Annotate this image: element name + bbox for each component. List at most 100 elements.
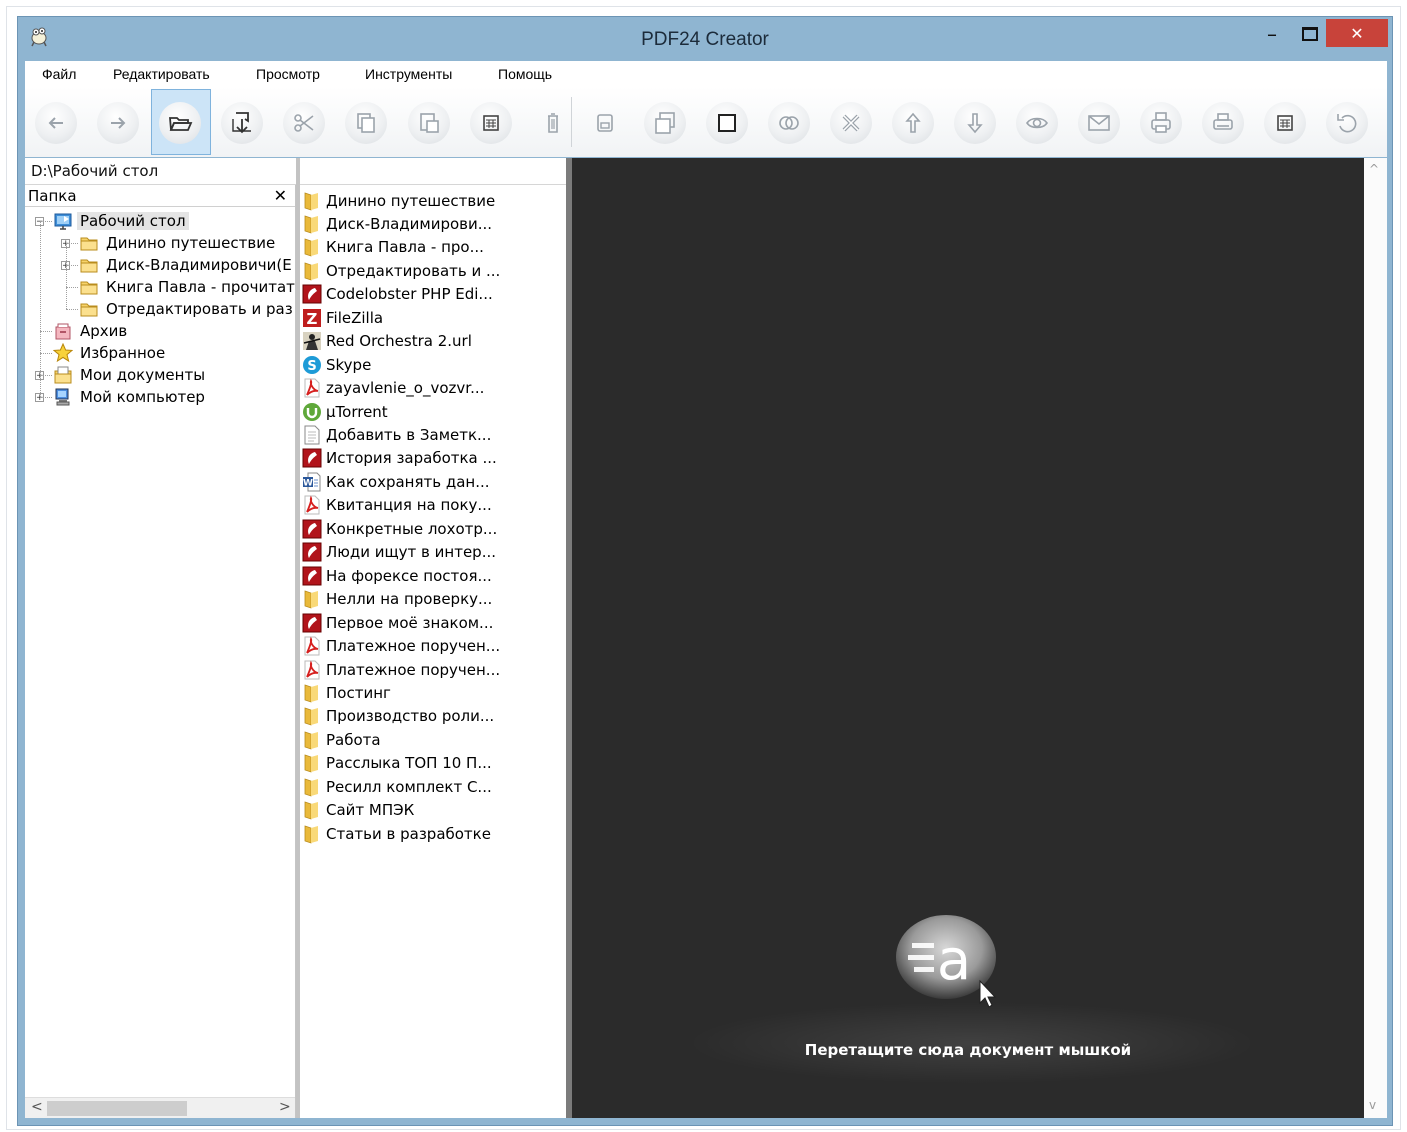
file-list-item[interactable]: Конкретные лохотр... [300, 517, 497, 540]
tree-node[interactable]: Мой компьютер [53, 387, 208, 407]
window-title: PDF24 Creator [641, 29, 769, 50]
file-list-item[interactable]: Производство роли... [300, 705, 494, 728]
scroll-left-arrow[interactable]: < [31, 1099, 43, 1115]
copy-button[interactable] [345, 102, 387, 144]
save-as-button[interactable] [644, 102, 686, 144]
calculator-button[interactable] [470, 102, 512, 144]
file-list-item[interactable]: Ресилл комплект С... [300, 775, 492, 798]
new-page-button[interactable] [706, 102, 748, 144]
printer-button[interactable] [1202, 102, 1244, 144]
tree-horizontal-scrollbar[interactable]: < > [25, 1097, 295, 1118]
menu-help[interactable]: Помощь [498, 66, 552, 82]
file-list-item[interactable]: Диск-Владимирови... [300, 212, 492, 235]
paste-button[interactable] [408, 102, 450, 144]
tree-node[interactable]: Архив [53, 321, 130, 341]
minimize-button[interactable]: – [1255, 19, 1289, 49]
forward-button[interactable] [97, 102, 139, 144]
file-list-item[interactable]: Z FileZilla [300, 306, 383, 329]
file-list-item-label: Динино путешествие [326, 191, 496, 210]
paste-icon [420, 113, 439, 133]
move-down-button[interactable] [954, 102, 996, 144]
file-list-item[interactable]: Динино путешествие [300, 189, 495, 212]
save-button[interactable] [584, 102, 626, 144]
forward-icon [111, 117, 126, 129]
menu-edit[interactable]: Редактировать [113, 66, 210, 82]
scroll-thumb[interactable] [47, 1101, 187, 1116]
file-list-item[interactable]: Нелли на проверку... [300, 588, 492, 611]
tree-node-label: Книга Павла - прочитать [106, 278, 295, 296]
file-list-item-label: Платежное поручен... [326, 637, 501, 656]
file-list-item[interactable]: µTorrent [300, 400, 388, 423]
tree-node[interactable]: Рабочий стол [53, 211, 189, 231]
file-list-item-label: Codelobster PHP Edi... [326, 285, 493, 304]
computer-icon [53, 387, 73, 407]
tree-node[interactable]: Книга Павла - прочитать [79, 277, 295, 297]
file-list-item[interactable]: Отредактировать и ... [300, 259, 500, 282]
save-as-icon [655, 112, 675, 134]
file-list-item[interactable]: Люди ищут в интер... [300, 541, 496, 564]
save-icon [597, 114, 613, 132]
preview-vertical-scrollbar[interactable]: ^ v [1364, 158, 1387, 1118]
fax-button[interactable] [1264, 102, 1306, 144]
preview-eye-button[interactable] [1016, 102, 1058, 144]
back-button[interactable] [35, 102, 77, 144]
title-bar[interactable]: PDF24 Creator – ✕ [18, 17, 1392, 61]
scroll-up-arrow[interactable]: ^ [1369, 162, 1379, 176]
file-list-item[interactable]: S Skype [300, 353, 371, 376]
merge-button[interactable] [768, 102, 810, 144]
folder-icon [302, 589, 322, 609]
close-button[interactable]: ✕ [1326, 19, 1388, 47]
file-list-item[interactable]: Расслыка ТОП 10 П... [300, 752, 492, 775]
print-button[interactable] [1140, 102, 1182, 144]
file-list-item-label: Расслыка ТОП 10 П... [326, 754, 492, 773]
file-list-item[interactable]: zayavlenie_o_vozvr... [300, 377, 484, 400]
move-up-button[interactable] [892, 102, 934, 144]
file-list-item[interactable]: Постинг [300, 681, 391, 704]
codelobster-icon [302, 566, 322, 586]
tree-node[interactable]: Мои документы [53, 365, 208, 385]
file-list-item[interactable]: Квитанция на поку... [300, 494, 492, 517]
tree-close-button[interactable]: ✕ [274, 186, 287, 205]
desktop-icon [53, 211, 73, 231]
preview-drop-area[interactable]: a Перетащите сюда документ мышкой [572, 158, 1364, 1118]
file-list-item[interactable]: Платежное поручен... [300, 635, 500, 658]
drop-hint-text: Перетащите сюда документ мышкой [804, 1041, 1132, 1059]
tree-node[interactable]: Диск-Владимировичи(Е [79, 255, 295, 275]
folder-icon [79, 277, 99, 297]
undo-button[interactable] [1326, 102, 1368, 144]
tree-node[interactable]: Отредактировать и раз [79, 299, 295, 319]
maximize-button[interactable] [1293, 19, 1327, 49]
file-list-item[interactable]: Red Orchestra 2.url [300, 330, 472, 353]
file-list-item[interactable]: Работа [300, 728, 381, 751]
file-list-item-label: Книга Павла - про... [326, 238, 484, 257]
import-button[interactable] [221, 102, 263, 144]
menu-tools[interactable]: Инструменты [365, 66, 452, 82]
pdf-icon [302, 636, 322, 656]
email-button[interactable] [1078, 102, 1120, 144]
file-list-item[interactable]: На форексе постоя... [300, 564, 492, 587]
scroll-down-arrow[interactable]: v [1369, 1098, 1376, 1112]
file-list-item[interactable]: Codelobster PHP Edi... [300, 283, 493, 306]
trash-button[interactable] [532, 102, 574, 144]
toolbar [25, 87, 1387, 157]
file-list-item[interactable]: История заработка ... [300, 447, 497, 470]
menu-view[interactable]: Просмотр [256, 66, 320, 82]
file-list-item[interactable]: Статьи в разработке [300, 822, 491, 845]
fax-icon [1277, 115, 1293, 131]
file-list-item[interactable]: Сайт МПЭК [300, 799, 414, 822]
open-folder-button[interactable] [159, 102, 201, 144]
folder-icon [302, 214, 322, 234]
file-list-item[interactable]: Первое моё знаком... [300, 611, 493, 634]
file-list-item[interactable]: Добавить в Заметк... [300, 424, 491, 447]
tree-node[interactable]: Динино путешествие [79, 233, 278, 253]
tree-node-label: Динино путешествие [106, 234, 276, 252]
archive-icon [53, 321, 73, 341]
file-list-item[interactable]: Платежное поручен... [300, 658, 500, 681]
scroll-right-arrow[interactable]: > [279, 1099, 291, 1115]
delete-button[interactable] [830, 102, 872, 144]
cut-button[interactable] [283, 102, 325, 144]
tree-node[interactable]: Избранное [52, 342, 168, 363]
menu-file[interactable]: Файл [42, 66, 76, 82]
file-list-item[interactable]: W Как сохранять дан... [300, 470, 490, 493]
file-list-item[interactable]: Книга Павла - про... [300, 236, 484, 259]
